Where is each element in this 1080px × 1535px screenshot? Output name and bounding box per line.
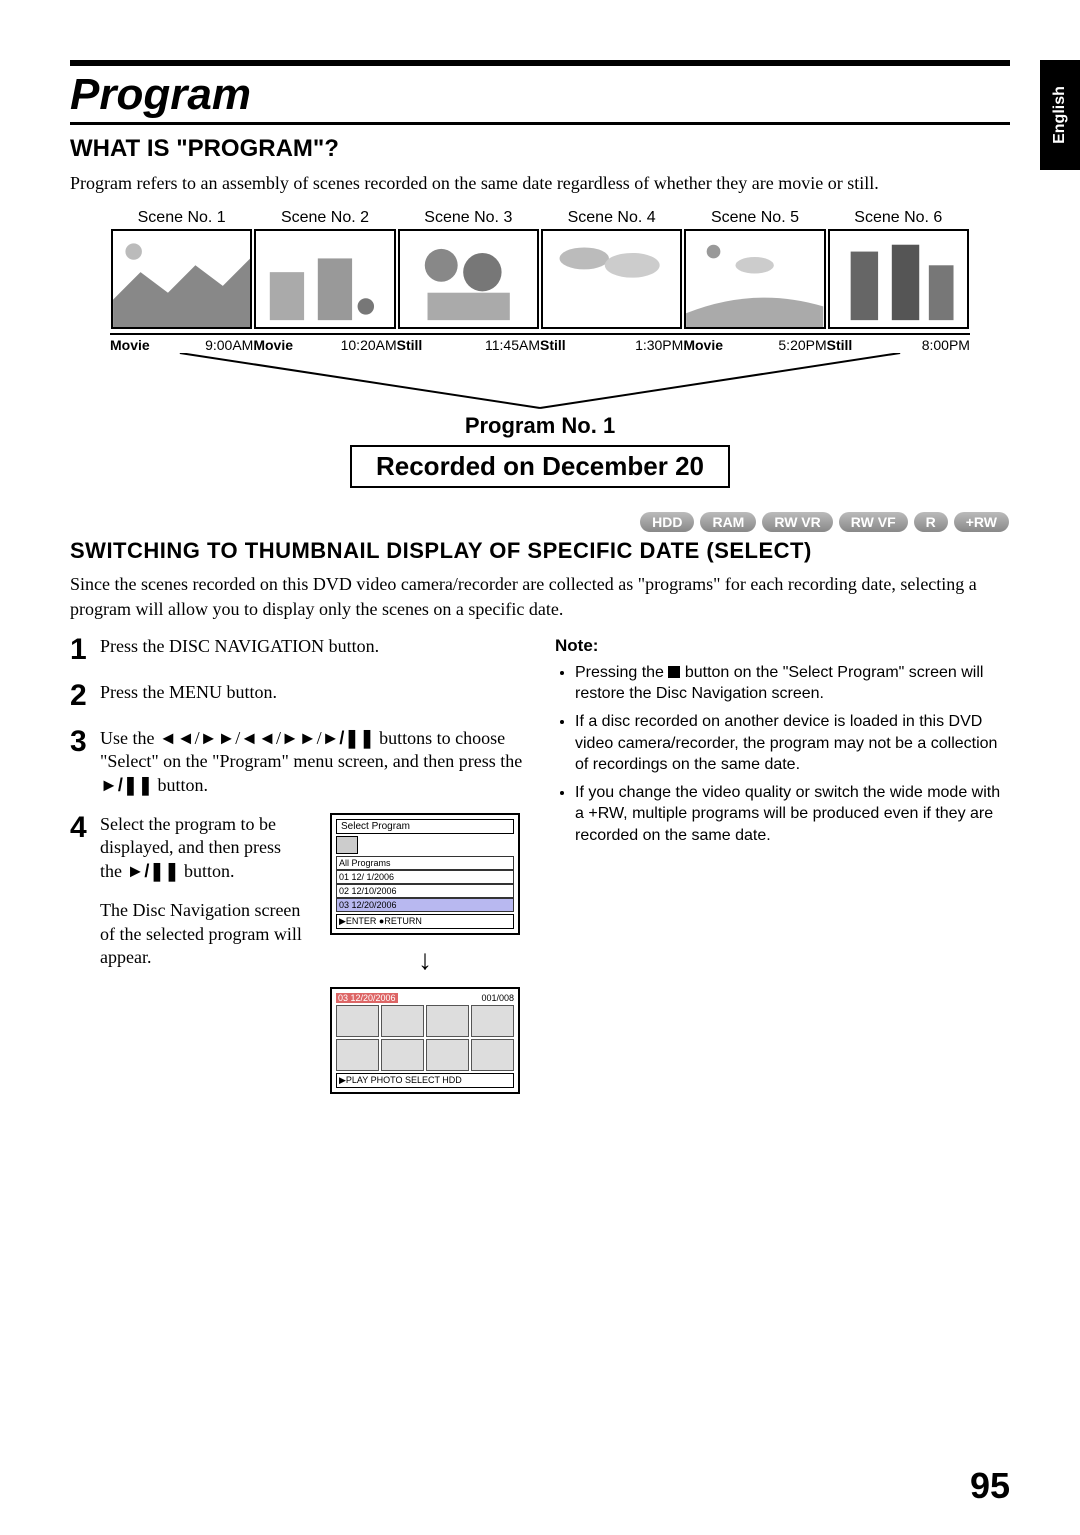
step-number: 3 [70,727,100,757]
list-item: All Programs [336,856,514,870]
thumbnail-row [110,229,970,329]
program-number: Program No. 1 [70,413,1010,439]
timeline-time: 8:00PM [922,337,970,353]
grid-cell [471,1039,514,1071]
list-item-selected: 03 12/20/2006 [336,898,514,912]
step-number: 2 [70,681,100,711]
screen-footer: ▶PLAY PHOTO SELECT HDD [336,1073,514,1088]
thumbnail-grid [336,1005,514,1071]
step-text: Press the DISC NAVIGATION button. [100,635,379,658]
divider-under-title [70,122,1010,125]
note-item: If you change the video quality or switc… [575,782,1010,847]
section1-heading: WHAT IS "PROGRAM"? [70,135,1010,163]
badge-rwvr: RW VR [762,512,832,532]
play-pause-icon: ►/❚❚ [100,775,153,795]
scene-label: Scene No. 5 [683,209,826,227]
timeline-time: 11:45AM [485,337,540,353]
scene-thumbnail [398,229,539,329]
screen-header-right: 001/008 [481,993,514,1003]
scene-label: Scene No. 6 [827,209,970,227]
step-text: Select the program to be displayed, and … [100,813,307,1094]
note-item: If a disc recorded on another device is … [575,711,1010,776]
grid-cell [381,1039,424,1071]
disc-type-badges: HDD RAM RW VR RW VF R +RW [70,512,1010,532]
recorded-on-box: Recorded on December 20 [350,445,730,488]
timeline-type: Still [827,337,853,353]
screen-header-left: 03 12/20/2006 [336,993,398,1003]
scene-label: Scene No. 1 [110,209,253,227]
program-diagram: Scene No. 1 Scene No. 2 Scene No. 3 Scen… [70,209,1010,488]
note-item: Pressing the button on the "Select Progr… [575,662,1010,705]
screenshot-column: Select Program All Programs 01 12/ 1/200… [325,813,525,1094]
step-2: 2 Press the MENU button. [70,681,525,711]
timeline-time: 9:00AM [205,337,253,353]
page-number: 95 [970,1465,1010,1507]
step-1: 1 Press the DISC NAVIGATION button. [70,635,525,665]
timeline-row: Movie9:00AM Movie10:20AM Still11:45AM St… [110,333,970,353]
scene-thumbnail [684,229,825,329]
timeline-type: Still [540,337,566,353]
prev-track-icon: ◄◄ [159,728,195,748]
scene-label: Scene No. 4 [540,209,683,227]
notes-column: Note: Pressing the button on the "Select… [555,635,1010,1110]
badge-rwvf: RW VF [839,512,908,532]
grid-cell [336,1005,379,1037]
step-number: 4 [70,813,100,843]
language-tab-label: English [1051,86,1069,144]
timeline-time: 10:20AM [341,337,397,353]
timeline-type: Movie [253,337,293,353]
play-pause-icon: ►/❚❚ [127,861,180,881]
disc-nav-screen: 03 12/20/2006 001/008 ▶PLAY PHOTO SELECT… [330,987,520,1094]
scene-thumbnail [254,229,395,329]
timeline-type: Still [397,337,423,353]
list-item: 01 12/ 1/2006 [336,870,514,884]
next-track-icon: ►► [200,728,236,748]
scene-thumbnail [828,229,969,329]
section2-body: Since the scenes recorded on this DVD vi… [70,572,1010,621]
timeline-time: 5:20PM [778,337,826,353]
language-tab: English [1040,60,1080,170]
fastfwd-icon: ►► [281,728,317,748]
badge-ram: RAM [700,512,756,532]
badge-plusrw: +RW [954,512,1009,532]
grid-cell [426,1039,469,1071]
steps-column: 1 Press the DISC NAVIGATION button. 2 Pr… [70,635,525,1110]
grid-cell [426,1005,469,1037]
section1-body: Program refers to an assembly of scenes … [70,171,1010,195]
scene-thumbnail [111,229,252,329]
step-4: 4 Select the program to be displayed, an… [70,813,525,1094]
section2-heading: SWITCHING TO THUMBNAIL DISPLAY OF SPECIF… [70,538,1010,564]
play-pause-icon: ►/❚❚ [322,728,375,748]
timeline-type: Movie [683,337,723,353]
chapter-title: Program [70,66,1010,122]
timeline-type: Movie [110,337,150,353]
grid-cell [471,1005,514,1037]
stop-icon [668,666,680,678]
step-extra-text: The Disc Navigation screen of the select… [100,899,307,969]
grid-cell [381,1005,424,1037]
timeline-time: 1:30PM [635,337,683,353]
step-number: 1 [70,635,100,665]
screen-icon [336,836,358,854]
step-text: Use the ◄◄/►►/◄◄/►►/►/❚❚ buttons to choo… [100,727,525,797]
step-text: Press the MENU button. [100,681,277,704]
scene-thumbnail [541,229,682,329]
convergence-lines [110,353,970,413]
step-3: 3 Use the ◄◄/►►/◄◄/►►/►/❚❚ buttons to ch… [70,727,525,797]
select-program-screen: Select Program All Programs 01 12/ 1/200… [330,813,520,935]
list-item: 02 12/10/2006 [336,884,514,898]
scene-label: Scene No. 2 [253,209,396,227]
note-heading: Note: [555,635,1010,658]
scene-label: Scene No. 3 [397,209,540,227]
rewind-icon: ◄◄ [240,728,276,748]
grid-cell [336,1039,379,1071]
arrow-down-icon: ↓ [418,945,432,977]
badge-hdd: HDD [640,512,694,532]
screen-footer: ▶ENTER ●RETURN [336,914,514,929]
screen-title: Select Program [336,819,514,834]
badge-r: R [914,512,948,532]
